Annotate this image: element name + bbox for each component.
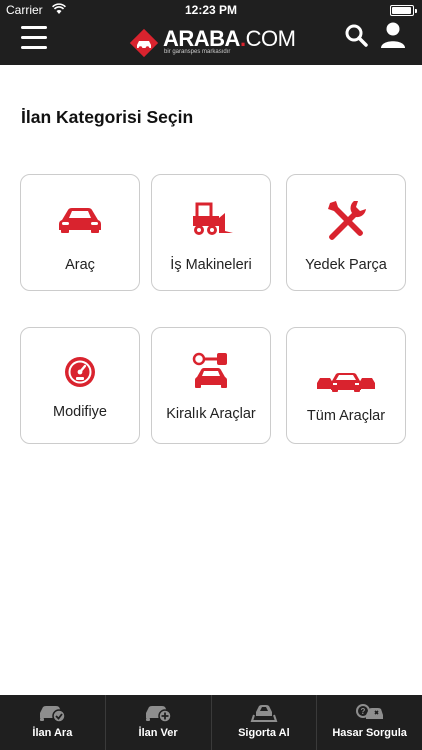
damage-query-icon: ? [355, 704, 383, 719]
tab-ilan-ver[interactable]: İlan Ver [106, 695, 212, 750]
tab-label: İlan Ver [138, 727, 178, 739]
category-label: Kiralık Araçlar [166, 406, 256, 422]
category-label: Modifiye [53, 404, 107, 420]
category-label: Tüm Araçlar [306, 408, 386, 424]
category-card-modifiye[interactable]: Modifiye [20, 327, 140, 444]
tab-sigorta-al[interactable]: Sigorta Al [212, 695, 318, 750]
insurance-car-icon [250, 705, 278, 722]
category-card-kiralik-araclar[interactable]: Kiralık Araçlar [151, 327, 271, 444]
araba-com-logo[interactable]: ARABA.COM bir garanspes markasıdır [127, 22, 297, 58]
car-icon [59, 208, 101, 233]
search-car-icon [40, 706, 67, 723]
tab-hasar-sorgula[interactable]: ? Hasar Sorgula [317, 695, 422, 750]
category-label: İş Makineleri [170, 257, 252, 273]
category-card-is-makineleri[interactable]: İş Makineleri [151, 174, 271, 291]
menu-icon[interactable] [21, 26, 47, 50]
page-title: İlan Kategorisi Seçin [21, 107, 194, 127]
category-label: Yedek Parça [305, 257, 387, 273]
category-card-yedek-parca[interactable]: Yedek Parça [286, 174, 406, 291]
top-navbar: ARABA.COM bir garanspes markasıdır [0, 20, 422, 65]
tab-label: Sigorta Al [238, 727, 290, 739]
category-label: Araç [65, 257, 95, 273]
battery-icon [390, 5, 417, 16]
category-card-tum-araclar[interactable]: Tüm Araçlar [286, 327, 406, 444]
search-icon[interactable] [344, 23, 368, 47]
tab-label: Hasar Sorgula [332, 727, 407, 739]
rental-car-key-icon [192, 352, 227, 388]
logo-diamond-icon [129, 28, 159, 58]
svg-text:?: ? [360, 707, 365, 716]
status-bar: Carrier 12:23 PM [0, 0, 422, 20]
category-card-arac[interactable]: Araç [20, 174, 140, 291]
logo-tagline: bir garanspes markasıdır [164, 49, 231, 55]
speedometer-icon [65, 357, 95, 387]
add-car-icon [146, 706, 172, 723]
user-profile-icon[interactable] [380, 21, 406, 49]
all-cars-icon [317, 373, 375, 392]
bottom-tab-bar: İlan Ara İlan Ver Sigorta Al ? Hasar Sor… [0, 695, 422, 750]
clock: 12:23 PM [184, 3, 238, 17]
tab-label: İlan Ara [32, 727, 73, 739]
construction-machine-icon [193, 202, 233, 235]
tools-icon [328, 201, 366, 240]
tab-ilan-ara[interactable]: İlan Ara [0, 695, 106, 750]
